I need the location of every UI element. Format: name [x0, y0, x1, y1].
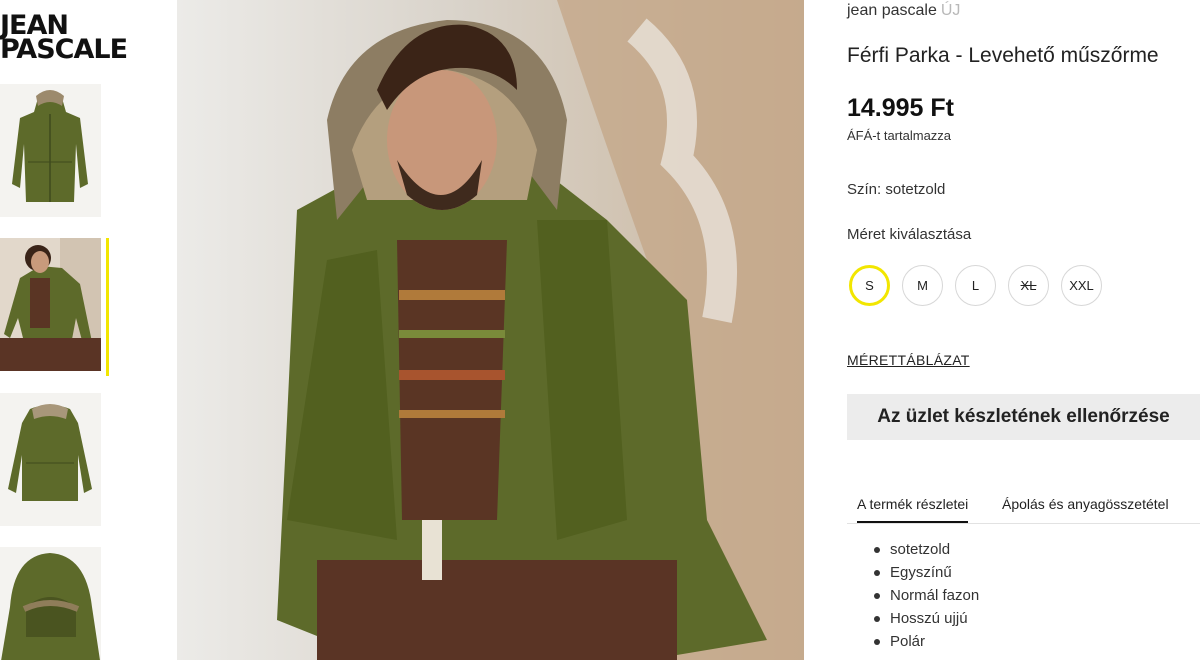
- product-price: 14.995 Ft: [847, 94, 955, 122]
- list-item: Polár: [873, 632, 979, 655]
- size-button-xxl[interactable]: XXL: [1061, 265, 1102, 306]
- details-tabs: A termék részletei Ápolás és anyagösszet…: [847, 496, 1200, 524]
- list-item: Normál fazon: [873, 586, 979, 609]
- thumbnail-parka-hood[interactable]: [0, 547, 101, 660]
- brand-line: jean pascale ÚJ: [847, 2, 960, 20]
- size-button-m[interactable]: M: [902, 265, 943, 306]
- product-info-panel: jean pascale ÚJ Férfi Parka - Levehető mű…: [847, 0, 1200, 660]
- vat-note: ÁFÁ-t tartalmazza: [847, 128, 952, 143]
- size-button-l[interactable]: L: [955, 265, 996, 306]
- feature-list: sotetzold Egyszínű Normál fazon Hosszú u…: [873, 540, 979, 655]
- product-title: Férfi Parka - Levehető műszőrme: [847, 44, 1159, 67]
- brand-logo[interactable]: JEAN PASCALE: [0, 12, 165, 65]
- size-label-xxl: XXL: [1069, 278, 1094, 293]
- size-button-xl[interactable]: XL: [1008, 265, 1049, 306]
- size-label-l: L: [971, 278, 980, 293]
- brand-name[interactable]: jean pascale: [847, 2, 937, 19]
- list-item: Egyszínű: [873, 563, 979, 586]
- size-chart-link[interactable]: MÉRETTÁBLÁZAT: [847, 352, 970, 368]
- main-product-image[interactable]: [177, 0, 804, 660]
- parka-back-image: [0, 393, 101, 526]
- list-item: Hosszú ujjú: [873, 609, 979, 632]
- size-label-xl: XL: [1020, 278, 1037, 293]
- new-badge: ÚJ: [940, 2, 961, 19]
- thumbnail-model[interactable]: [0, 238, 101, 371]
- active-thumbnail-indicator: [106, 238, 109, 376]
- check-store-stock-button[interactable]: Az üzlet készletének ellenőrzése: [847, 394, 1200, 440]
- size-label-m: M: [917, 278, 928, 293]
- model-image: [0, 238, 101, 371]
- tab-product-details[interactable]: A termék részletei: [857, 496, 969, 523]
- model-wearing-parka-image: [177, 0, 804, 660]
- parka-front-image: [0, 84, 101, 217]
- size-label-s: S: [865, 278, 874, 293]
- logo-line-2: PASCALE: [0, 34, 128, 65]
- size-select-label: Méret kiválasztása: [847, 226, 972, 243]
- list-item: sotetzold: [873, 540, 979, 563]
- tab-care-and-material[interactable]: Ápolás és anyagösszetétel: [1002, 496, 1169, 523]
- thumbnail-parka-front[interactable]: [0, 84, 101, 217]
- size-button-s[interactable]: S: [849, 265, 890, 306]
- thumbnail-parka-back[interactable]: [0, 393, 101, 526]
- parka-hood-image: [0, 547, 101, 660]
- color-label: Szín: sotetzold: [847, 181, 946, 198]
